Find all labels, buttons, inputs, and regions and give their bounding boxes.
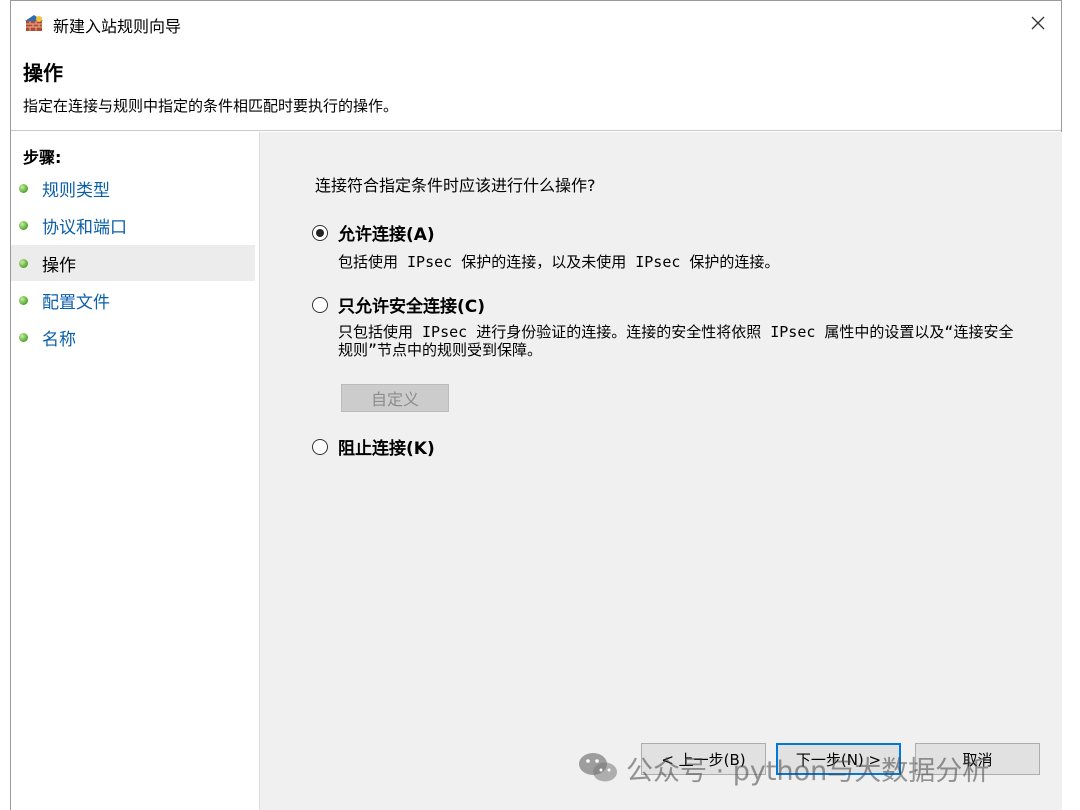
page-title: 操作 [23, 61, 63, 85]
allow-connection-radio[interactable] [312, 224, 328, 241]
wechat-icon [579, 753, 617, 782]
allow-secure-description: 只包括使用 IPsec 进行身份验证的连接。连接的安全性将依照 IPsec 属性… [338, 323, 1014, 359]
block-connection-label: 阻止连接(K) [338, 439, 435, 459]
watermark: 公众号 · python与大数据分析 [578, 744, 989, 792]
block-connection-option[interactable]: 阻止连接(K) [312, 434, 435, 459]
step-profile[interactable]: 配置文件 [11, 282, 255, 318]
customize-button: 自定义 [341, 384, 449, 412]
allow-connection-label: 允许连接(A) [338, 225, 435, 245]
wizard-window: 新建入站规则向导 操作 指定在连接与规则中指定的条件相匹配时要执行的操作。 步骤… [10, 0, 1062, 810]
step-bullet-icon [19, 332, 28, 342]
step-bullet-icon [19, 295, 28, 305]
step-bullet-icon [19, 220, 28, 230]
step-bullet-icon [19, 258, 28, 268]
step-bullet-icon [19, 183, 28, 193]
page-description: 指定在连接与规则中指定的条件相匹配时要执行的操作。 [23, 97, 399, 115]
action-question: 连接符合指定条件时应该进行什么操作? [315, 176, 596, 195]
steps-label: 步骤: [23, 148, 62, 167]
allow-secure-label: 只允许安全连接(C) [338, 297, 486, 317]
wizard-header: 操作 指定在连接与规则中指定的条件相匹配时要执行的操作。 [11, 45, 1061, 131]
allow-connection-option[interactable]: 允许连接(A) [312, 220, 435, 245]
content-panel: 连接符合指定条件时应该进行什么操作? 允许连接(A) 包括使用 IPsec 保护… [259, 132, 1062, 810]
close-icon [1031, 16, 1045, 30]
step-action[interactable]: 操作 [11, 245, 255, 281]
allow-secure-radio[interactable] [312, 296, 328, 313]
step-protocol-ports[interactable]: 协议和端口 [11, 207, 255, 243]
firewall-icon [25, 15, 43, 31]
block-connection-radio[interactable] [312, 438, 328, 455]
step-label: 配置文件 [42, 292, 110, 313]
step-label: 协议和端口 [42, 217, 127, 238]
close-button[interactable] [1015, 1, 1061, 45]
step-name[interactable]: 名称 [11, 319, 255, 355]
title-bar: 新建入站规则向导 [11, 1, 1061, 45]
step-label: 名称 [42, 329, 76, 350]
allow-connection-description: 包括使用 IPsec 保护的连接，以及未使用 IPsec 保护的连接。 [338, 253, 780, 271]
step-label: 操作 [42, 255, 76, 276]
step-rule-type[interactable]: 规则类型 [11, 170, 255, 206]
watermark-text: 公众号 · python与大数据分析 [626, 755, 990, 787]
window-title: 新建入站规则向导 [53, 17, 182, 36]
allow-secure-option[interactable]: 只允许安全连接(C) [312, 292, 485, 317]
step-label: 规则类型 [42, 180, 110, 201]
steps-panel: 步骤: 规则类型 协议和端口 操作 配置文件 名称 [11, 132, 259, 810]
radio-selected-dot [316, 228, 324, 237]
